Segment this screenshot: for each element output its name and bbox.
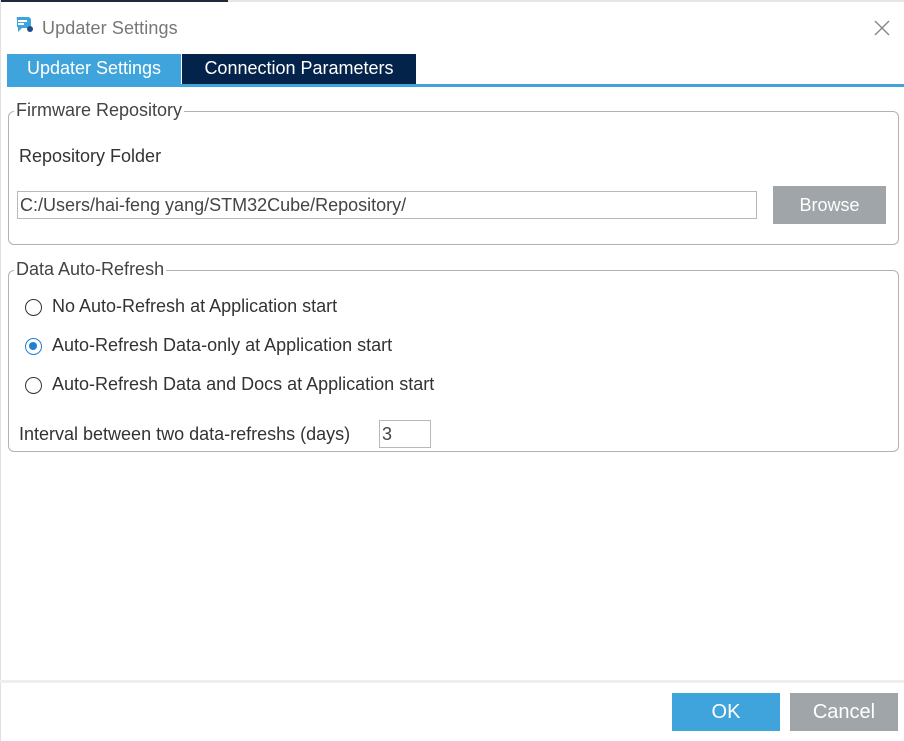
tab-connection-parameters[interactable]: Connection Parameters xyxy=(182,54,416,84)
interval-input[interactable] xyxy=(379,420,431,448)
radio-button[interactable] xyxy=(25,299,42,316)
radio-label: Auto-Refresh Data and Docs at Applicatio… xyxy=(52,374,435,394)
ok-button[interactable]: OK xyxy=(672,693,780,731)
repository-folder-label: Repository Folder xyxy=(19,146,162,166)
tab-updater-settings[interactable]: Updater Settings xyxy=(7,54,181,84)
radio-button[interactable] xyxy=(25,377,42,394)
app-icon xyxy=(14,14,34,34)
repository-folder-input[interactable] xyxy=(17,191,757,219)
radio-label: Auto-Refresh Data-only at Application st… xyxy=(52,335,393,355)
firmware-repository-group xyxy=(8,111,899,245)
tab-underline xyxy=(7,84,904,87)
radio-button-selected[interactable] xyxy=(25,338,42,355)
window-title: Updater Settings xyxy=(42,18,178,38)
data-auto-refresh-legend: Data Auto-Refresh xyxy=(14,259,167,280)
close-icon[interactable] xyxy=(868,14,896,42)
window-left-border xyxy=(0,0,1,741)
firmware-repository-legend: Firmware Repository xyxy=(14,100,185,121)
interval-label: Interval between two data-refreshs (days… xyxy=(19,424,351,444)
radio-label: No Auto-Refresh at Application start xyxy=(52,296,338,316)
browse-button[interactable]: Browse xyxy=(773,186,886,224)
footer-separator xyxy=(0,680,904,683)
cancel-button[interactable]: Cancel xyxy=(790,693,898,731)
title-bar: Updater Settings xyxy=(0,2,904,50)
